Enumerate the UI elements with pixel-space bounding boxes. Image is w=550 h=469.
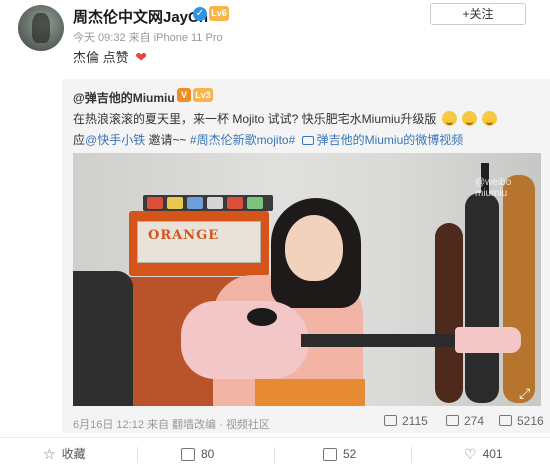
divider [411, 447, 412, 463]
microphone [73, 271, 133, 406]
guitar-sound-hole [247, 308, 277, 326]
post-body: 杰倫 点赞 [73, 50, 129, 65]
comment-count-value: 274 [464, 414, 485, 428]
repost-label: 80 [201, 447, 215, 461]
post-toolbar: ☆ 收藏 80 52 ♡ 401 [0, 437, 550, 469]
emoji-icon [441, 111, 457, 126]
comment-button[interactable]: 52 [323, 438, 356, 469]
girl-pants [255, 379, 365, 406]
comment-label: 52 [343, 447, 357, 461]
comment-count[interactable]: 274 [446, 414, 484, 428]
like-label: 401 [482, 447, 503, 461]
pink-guitar-neck [301, 334, 457, 347]
post-meta: 今天 09:32 来自 iPhone 11 Pro [73, 32, 223, 44]
amp-panel: ORANGE [137, 221, 261, 263]
comment-icon [323, 447, 337, 461]
like-button[interactable]: ♡ 401 [464, 438, 503, 469]
invite-text: 邀请~~ [145, 133, 190, 147]
repost-text: 在热浪滚滚的夏天里，来一杯 Mojito 试试? 快乐肥宅水Miumiu升级版 [73, 110, 498, 127]
star-icon: ☆ [43, 446, 56, 462]
video-player[interactable]: ORANGE @weibo miumiu ⤢ [73, 153, 541, 406]
post-text: 杰倫 点赞 ❤ [73, 47, 147, 66]
v-badge: V [177, 88, 191, 102]
emoji-icon [462, 111, 478, 126]
repost-count-value: 2115 [402, 414, 428, 428]
video-link[interactable]: 弹吉他的Miumiu的微博视频 [317, 133, 464, 147]
heart-icon: ❤ [135, 49, 147, 65]
expand-icon[interactable]: ⤢ [519, 385, 530, 402]
guitar-rack [425, 163, 541, 406]
repost-text-prefix: 应 [73, 133, 86, 147]
repost-rank-badge: Lv3 [193, 88, 213, 102]
video-link-icon [301, 136, 314, 145]
repost-text-line2: 应@快手小铁 邀请~~ #周杰伦新歌mojito# 弹吉他的Miumiu的微博视… [73, 131, 463, 148]
comment-icon [446, 415, 459, 426]
guitar [435, 223, 463, 403]
favorite-label: 收藏 [61, 447, 86, 461]
divider [137, 447, 138, 463]
verified-icon: ✓ [193, 7, 207, 21]
repost-author[interactable]: @弹吉他的Miumiu [73, 89, 175, 106]
favorite-button[interactable]: ☆ 收藏 [43, 438, 86, 469]
follow-button[interactable]: +关注 [430, 3, 526, 25]
like-count-value: 5216 [517, 414, 544, 428]
post-header: 周杰伦中文网JayCn ✓ Lv6 今天 09:32 来自 iPhone 11 … [0, 0, 550, 72]
amplifier: ORANGE [129, 211, 269, 276]
repost-text-line1: 在热浪滚滚的夏天里，来一杯 Mojito 试试? 快乐肥宅水Miumiu升级版 [73, 112, 437, 126]
author-name[interactable]: 周杰伦中文网JayCn [73, 6, 208, 27]
guitar [503, 175, 535, 403]
emoji-icon [482, 111, 498, 126]
repost-footer: 6月16日 12:12 来自 翻墙改编 · 视频社区 [73, 419, 270, 431]
girl-face [285, 215, 343, 281]
effect-pedals [143, 195, 273, 211]
pink-guitar-headstock [455, 327, 521, 353]
like-count[interactable]: 5216 [499, 414, 544, 428]
pink-guitar-body [181, 301, 309, 379]
amp-brand-label: ORANGE [148, 228, 220, 243]
avatar[interactable] [18, 5, 64, 51]
repost-icon [181, 447, 195, 461]
repost-card[interactable]: @弹吉他的Miumiu V Lv3 在热浪滚滚的夏天里，来一杯 Mojito 试… [62, 79, 550, 433]
guitar [465, 193, 499, 403]
rank-badge: Lv6 [209, 6, 229, 21]
mention-link[interactable]: @快手小铁 [85, 133, 145, 147]
topic-link[interactable]: #周杰伦新歌mojito# [190, 133, 295, 147]
repost-icon [384, 415, 397, 426]
like-icon: ♡ [464, 446, 477, 462]
video-watermark: @weibo miumiu [475, 177, 512, 199]
like-icon [499, 415, 512, 426]
repost-button[interactable]: 80 [181, 438, 214, 469]
divider [274, 447, 275, 463]
repost-count[interactable]: 2115 [384, 414, 428, 428]
